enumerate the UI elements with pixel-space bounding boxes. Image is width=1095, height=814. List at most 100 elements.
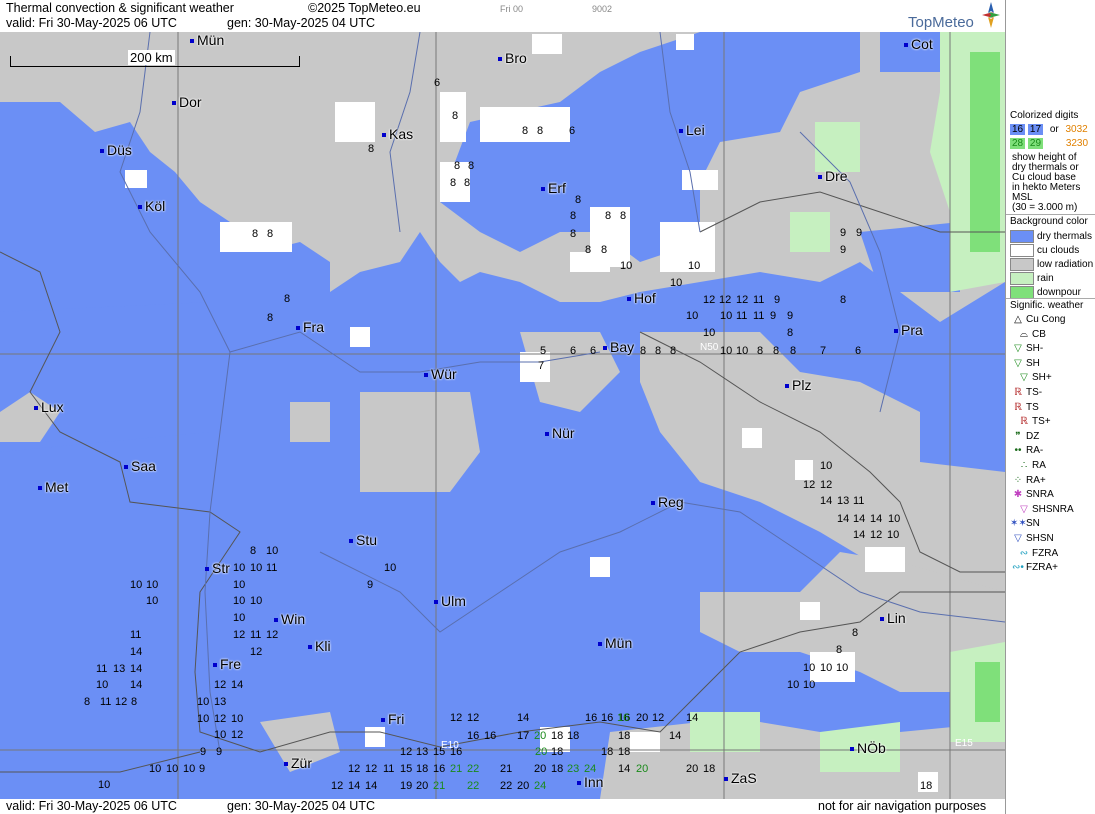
generated-time: gen: 30-May-2025 04 UTC	[227, 16, 375, 30]
thermal-height-value: 12	[115, 696, 128, 708]
city-label: Met	[38, 479, 68, 495]
thermal-height-value: 12	[348, 763, 361, 775]
thermal-height-value: 9	[199, 763, 206, 775]
legend-background-item: dry thermals	[1010, 230, 1092, 243]
legend-weather-label: Cu Cong	[1026, 314, 1066, 325]
thermal-height-value: 8	[620, 210, 627, 222]
color-swatch	[1010, 230, 1034, 243]
thermal-height-value: 8	[468, 160, 475, 172]
compass-rose-icon	[982, 2, 1000, 28]
city-marker-icon	[577, 781, 581, 786]
city-label: Fri	[381, 711, 404, 727]
thermal-height-value: 8	[131, 696, 138, 708]
legend-weather-item: ▽ SHSN	[1010, 533, 1054, 544]
legend-weather-label: TS	[1026, 401, 1039, 413]
legend-panel: Colorized digits 16 17 or 3032 28 29 323…	[1005, 0, 1095, 814]
city-name: Kas	[389, 126, 414, 142]
legend-background-label: downpour	[1037, 287, 1081, 299]
thermal-height-value: 8	[757, 345, 764, 357]
city-name: Str	[212, 560, 230, 576]
thermal-height-value: 10	[233, 612, 246, 624]
digit-sample-alt: 3032	[1065, 124, 1088, 135]
thermal-height-value: 9	[770, 310, 777, 322]
color-swatch	[1010, 258, 1034, 271]
thermal-height-value: 8	[605, 210, 612, 222]
city-name: Mün	[197, 32, 225, 48]
city-label: Pra	[894, 322, 923, 338]
thermal-height-value: 12	[214, 679, 227, 691]
weather-map[interactable]: 200 km Mün Bro Cot Dor Kas Lei Düs Erf Dre Köl Hof…	[0, 32, 1005, 799]
thermal-height-value: 10	[787, 679, 800, 691]
thermal-height-value: 10	[887, 529, 900, 541]
thunderstorm-icon: ℝ	[1014, 401, 1022, 413]
city-marker-icon	[274, 618, 278, 623]
legend-background-label: rain	[1037, 273, 1054, 285]
city-name: Reg	[658, 494, 684, 510]
grid-coordinate-label: E15	[955, 738, 973, 749]
drizzle-icon: ❞	[1015, 430, 1021, 442]
thermal-height-value: 16	[467, 730, 480, 742]
thermal-height-value: 20	[535, 746, 548, 758]
legend-weather-item: ℝ TS-	[1010, 387, 1042, 398]
freezing-rain-heavy-icon: ∾•	[1012, 562, 1024, 574]
thermal-height-value: 12	[703, 294, 716, 306]
city-name: Plz	[792, 377, 812, 393]
cb-icon: ⌓	[1020, 328, 1028, 340]
city-label: Plz	[785, 377, 811, 393]
city-name: Fri	[388, 711, 405, 727]
thermal-height-value: 11	[753, 294, 765, 306]
thermal-height-value: 9	[774, 294, 781, 306]
city-name: Nür	[552, 425, 575, 441]
city-name: Köl	[145, 198, 166, 214]
thermal-height-value: 10	[197, 696, 210, 708]
freezing-rain-icon: ∾	[1019, 547, 1029, 559]
thermal-height-value: 14	[130, 646, 143, 658]
thermal-height-value: 10	[688, 260, 701, 272]
thunderstorm-light-icon: ℝ	[1014, 387, 1022, 398]
thermal-height-value: 8	[852, 627, 859, 639]
valid-time: valid: Fri 30-May-2025 06 UTC	[6, 16, 177, 30]
city-label: Kli	[308, 638, 331, 654]
thermal-height-value: 11	[100, 696, 112, 708]
thermal-height-value: 14	[669, 730, 682, 742]
color-swatch	[1010, 272, 1034, 285]
thermal-height-value: 8	[670, 345, 677, 357]
thermal-height-value: 16	[617, 712, 630, 724]
thermal-height-value: 9	[840, 227, 847, 239]
legend-weather-item: ▽ SHSNRA	[1010, 504, 1074, 515]
thermal-height-value: 11	[736, 310, 748, 322]
thermal-height-value: 13	[113, 663, 126, 675]
thermal-height-value: 8	[836, 644, 843, 656]
thermal-height-value: 8	[787, 327, 794, 339]
thermal-height-value: 14	[837, 513, 850, 525]
thermal-height-value: 8	[585, 244, 592, 256]
thermal-height-value: 8	[368, 143, 375, 155]
thermal-height-value: 14	[231, 679, 244, 691]
shower-heavy-icon: ▽	[1020, 372, 1028, 384]
thermal-height-value: 10	[620, 260, 633, 272]
footer-note: not for air navigation purposes	[818, 799, 987, 813]
legend-weather-item: △ Cu Cong	[1010, 314, 1065, 325]
thermal-height-value: 8	[252, 228, 259, 240]
scale-label: 200 km	[128, 50, 175, 65]
city-label: Lin	[880, 610, 906, 626]
city-marker-icon	[382, 133, 386, 138]
legend-weather-label: FZRA+	[1026, 562, 1058, 574]
thermal-height-value: 12	[214, 713, 227, 725]
digit-sample: 16	[1010, 124, 1026, 135]
city-name: Kli	[315, 638, 331, 654]
thermal-height-value: 14	[853, 513, 866, 525]
thermal-height-value: 14	[365, 780, 378, 792]
digit-sample: 29	[1027, 138, 1044, 149]
thermal-height-value: 8	[570, 228, 577, 240]
legend-colorized-title: Colorized digits	[1010, 110, 1079, 121]
city-label: Erf	[541, 180, 566, 196]
thermal-height-value: 13	[214, 696, 227, 708]
legend-weather-item: ⁘ RA+	[1010, 475, 1046, 486]
city-marker-icon	[138, 205, 142, 210]
city-label: Cot	[904, 36, 933, 52]
thermal-height-value: 8	[840, 294, 847, 306]
thermal-height-value: 10	[214, 729, 227, 741]
city-label: Dor	[172, 94, 202, 110]
legend-background-title: Background color	[1010, 216, 1088, 227]
